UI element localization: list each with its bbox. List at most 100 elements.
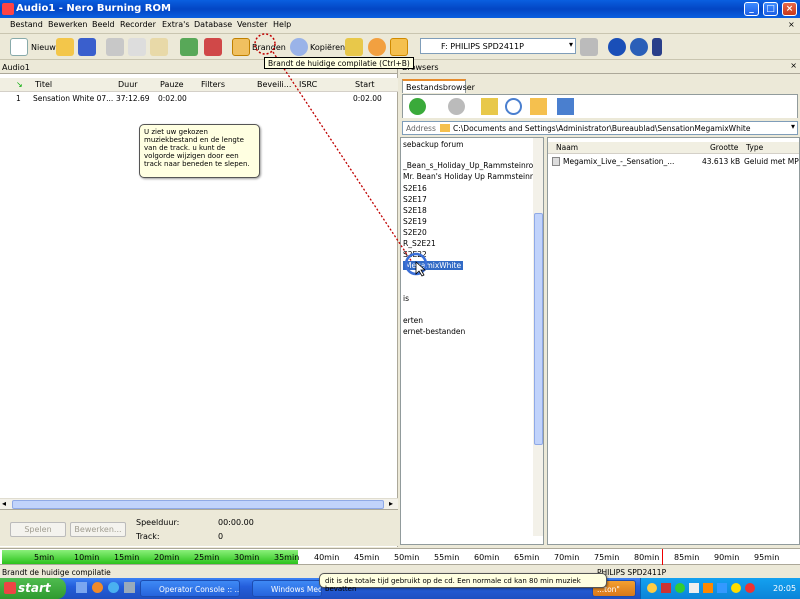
tree-item[interactable]: sebackup forum — [403, 140, 463, 149]
scrollbar-thumb[interactable] — [534, 213, 543, 445]
eject-icon[interactable] — [580, 38, 598, 56]
tray-icon[interactable] — [703, 583, 713, 593]
browser-folder-icon[interactable] — [390, 38, 408, 56]
quicklaunch-firefox-icon[interactable] — [92, 582, 103, 593]
tree-item[interactable]: is — [403, 294, 409, 303]
taskbar-item-media[interactable]: Windows Media... — [252, 580, 322, 597]
new-document-icon[interactable] — [10, 38, 28, 56]
delete-icon[interactable] — [204, 38, 222, 56]
tray-icon[interactable] — [675, 583, 685, 593]
burn-button-label[interactable]: Branden — [252, 43, 286, 52]
disc-info-icon[interactable] — [368, 38, 386, 56]
browser-close-icon[interactable]: × — [790, 61, 797, 70]
tree-item[interactable]: S2E20 — [403, 228, 427, 237]
col-filters[interactable]: Filters — [201, 80, 225, 89]
col-name[interactable]: Naam — [556, 143, 578, 152]
forward-icon[interactable] — [448, 98, 465, 115]
address-input[interactable]: C:\Documents and Settings\Administrator\… — [453, 124, 750, 133]
tray-icon[interactable] — [661, 583, 671, 593]
menu-venster[interactable]: Venster — [237, 20, 267, 29]
tree-item-selected[interactable]: MegamixWhite — [403, 261, 464, 270]
help-icon[interactable] — [630, 38, 648, 56]
maximize-button[interactable]: □ — [763, 2, 778, 16]
chevron-down-icon[interactable]: ▾ — [569, 40, 573, 49]
copy-icon[interactable] — [128, 38, 146, 56]
scroll-left-icon[interactable]: ◂ — [2, 499, 6, 508]
col-duration[interactable]: Duur — [118, 80, 138, 89]
menu-recorder[interactable]: Recorder — [120, 20, 156, 29]
tray-icon[interactable] — [647, 583, 657, 593]
tree-item[interactable]: ernet-bestanden — [403, 327, 465, 336]
copy-disc-icon[interactable] — [290, 38, 308, 56]
minimize-button[interactable]: _ — [744, 2, 759, 16]
tray-icon[interactable] — [717, 583, 727, 593]
drive-select[interactable]: F: PHILIPS SPD2411P ▾ — [420, 38, 576, 54]
view-icon[interactable] — [557, 98, 574, 115]
scroll-right-icon[interactable]: ▸ — [389, 499, 393, 508]
menu-bestand[interactable]: Bestand — [10, 20, 43, 29]
start-button[interactable]: start — [0, 578, 66, 599]
edit-button[interactable]: Bewerken... — [70, 522, 126, 537]
col-type[interactable]: Type — [746, 143, 763, 152]
folder-up-icon[interactable] — [481, 98, 498, 115]
tree-item[interactable]: Mr. Bean's Holiday Up Rammsteinrock — [403, 172, 543, 181]
address-bar[interactable]: Address C:\Documents and Settings\Admini… — [402, 121, 798, 135]
tray-icon[interactable] — [745, 583, 755, 593]
taskbar-item-operator-console[interactable]: Operator Console :: ... — [140, 580, 240, 597]
quicklaunch-desktop-icon[interactable] — [76, 582, 87, 593]
burn-icon[interactable] — [232, 38, 250, 56]
search-icon[interactable] — [505, 98, 522, 115]
tree-item[interactable]: _Bean_s_Holiday_Up_Rammsteinrock_ — [403, 161, 543, 170]
menu-help[interactable]: Help — [273, 20, 291, 29]
back-icon[interactable] — [409, 98, 426, 115]
col-isrc[interactable]: ISRC — [299, 80, 317, 89]
menu-bar: Bestand Bewerken Beeld Recorder Extra's … — [0, 18, 800, 34]
toolbar-options-icon[interactable] — [652, 38, 662, 56]
tree-item[interactable]: S2E19 — [403, 217, 427, 226]
info-icon[interactable] — [608, 38, 626, 56]
wizard-icon[interactable] — [345, 38, 363, 56]
tray-icon[interactable] — [731, 583, 741, 593]
new-button-label[interactable]: Nieuw — [31, 43, 56, 52]
scrollbar-thumb[interactable] — [12, 500, 384, 509]
open-folder-icon[interactable] — [56, 38, 74, 56]
close-button[interactable]: × — [782, 2, 797, 16]
menu-extras[interactable]: Extra's — [162, 20, 189, 29]
address-dropdown-icon[interactable]: ▾ — [791, 122, 795, 131]
tray-icon[interactable] — [689, 583, 699, 593]
list-item[interactable]: Megamix_Live_-_Sensation_... 43.613 kB G… — [548, 156, 800, 167]
play-button[interactable]: Spelen — [10, 522, 66, 537]
tree-item[interactable]: R_S2E21 — [403, 239, 436, 248]
menu-database[interactable]: Database — [194, 20, 232, 29]
file-type: Geluid met MP3 — [744, 157, 800, 166]
folders-icon[interactable] — [530, 98, 547, 115]
tree-item[interactable]: S2E17 — [403, 195, 427, 204]
col-start[interactable]: Start — [355, 80, 375, 89]
tree-item[interactable]: S2E18 — [403, 206, 427, 215]
col-size[interactable]: Grootte — [710, 143, 738, 152]
quicklaunch-ie-icon[interactable] — [108, 582, 119, 593]
col-title[interactable]: Titel — [35, 80, 52, 89]
cut-icon[interactable] — [106, 38, 124, 56]
title-bar[interactable]: Audio1 - Nero Burning ROM _ □ × — [0, 0, 800, 18]
col-pause[interactable]: Pauze — [160, 80, 184, 89]
tab-file-browser[interactable]: Bestandsbrowser — [402, 79, 475, 93]
quicklaunch-app-icon[interactable] — [124, 582, 135, 593]
clock[interactable]: 20:05 — [773, 584, 796, 593]
paste-icon[interactable] — [150, 38, 168, 56]
tree-item[interactable]: erten — [403, 316, 423, 325]
tick-label: 25min — [194, 553, 220, 562]
help-bubble-timeline: dit is de totale tijd gebruikt op de cd.… — [319, 573, 607, 593]
tick-label: 95min — [754, 553, 780, 562]
properties-icon[interactable] — [180, 38, 198, 56]
menu-beeld[interactable]: Beeld — [92, 20, 115, 29]
copy-button-label[interactable]: Kopiëren — [310, 43, 345, 52]
tree-vertical-scrollbar[interactable] — [533, 138, 543, 536]
tree-item[interactable]: S2E16 — [403, 184, 427, 193]
inner-close-icon[interactable]: × — [788, 20, 795, 29]
menu-bewerken[interactable]: Bewerken — [48, 20, 88, 29]
save-icon[interactable] — [78, 38, 96, 56]
tick-label: 65min — [514, 553, 540, 562]
col-protection[interactable]: Beveili... — [257, 80, 291, 89]
tree-item[interactable]: S2E22 — [403, 250, 427, 259]
